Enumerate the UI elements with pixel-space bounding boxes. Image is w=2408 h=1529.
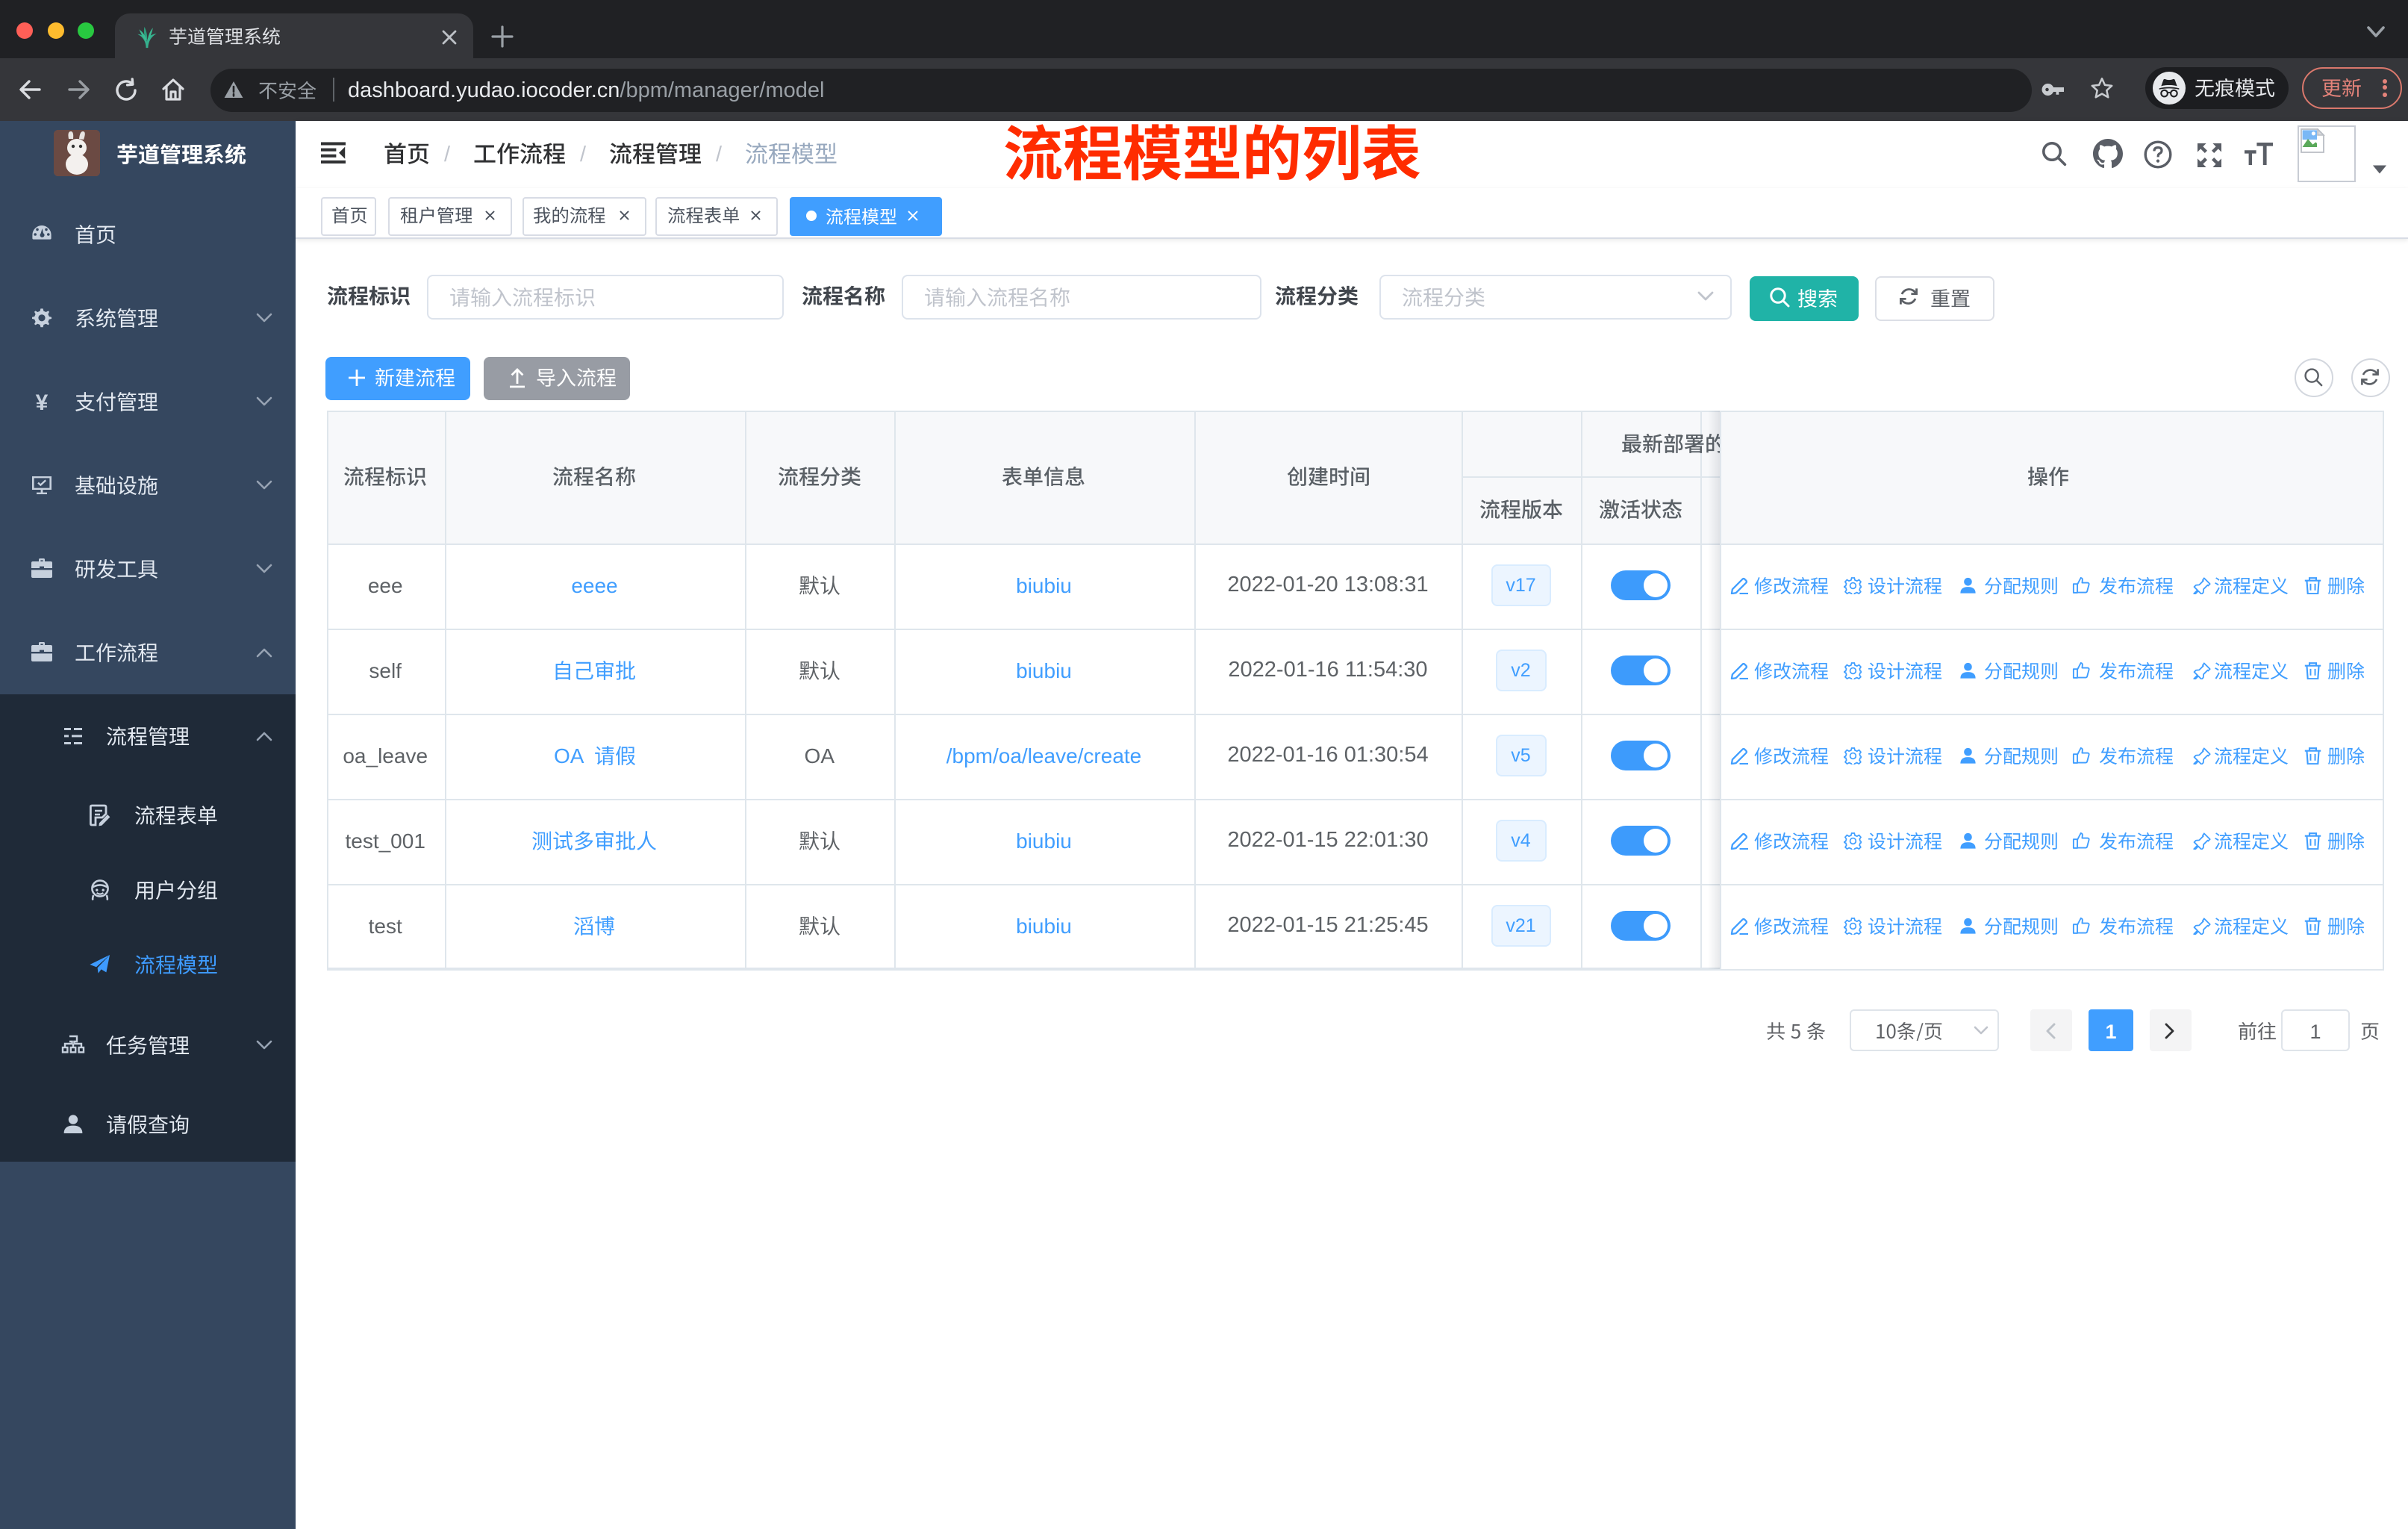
svg-text:¥: ¥ — [35, 390, 48, 413]
